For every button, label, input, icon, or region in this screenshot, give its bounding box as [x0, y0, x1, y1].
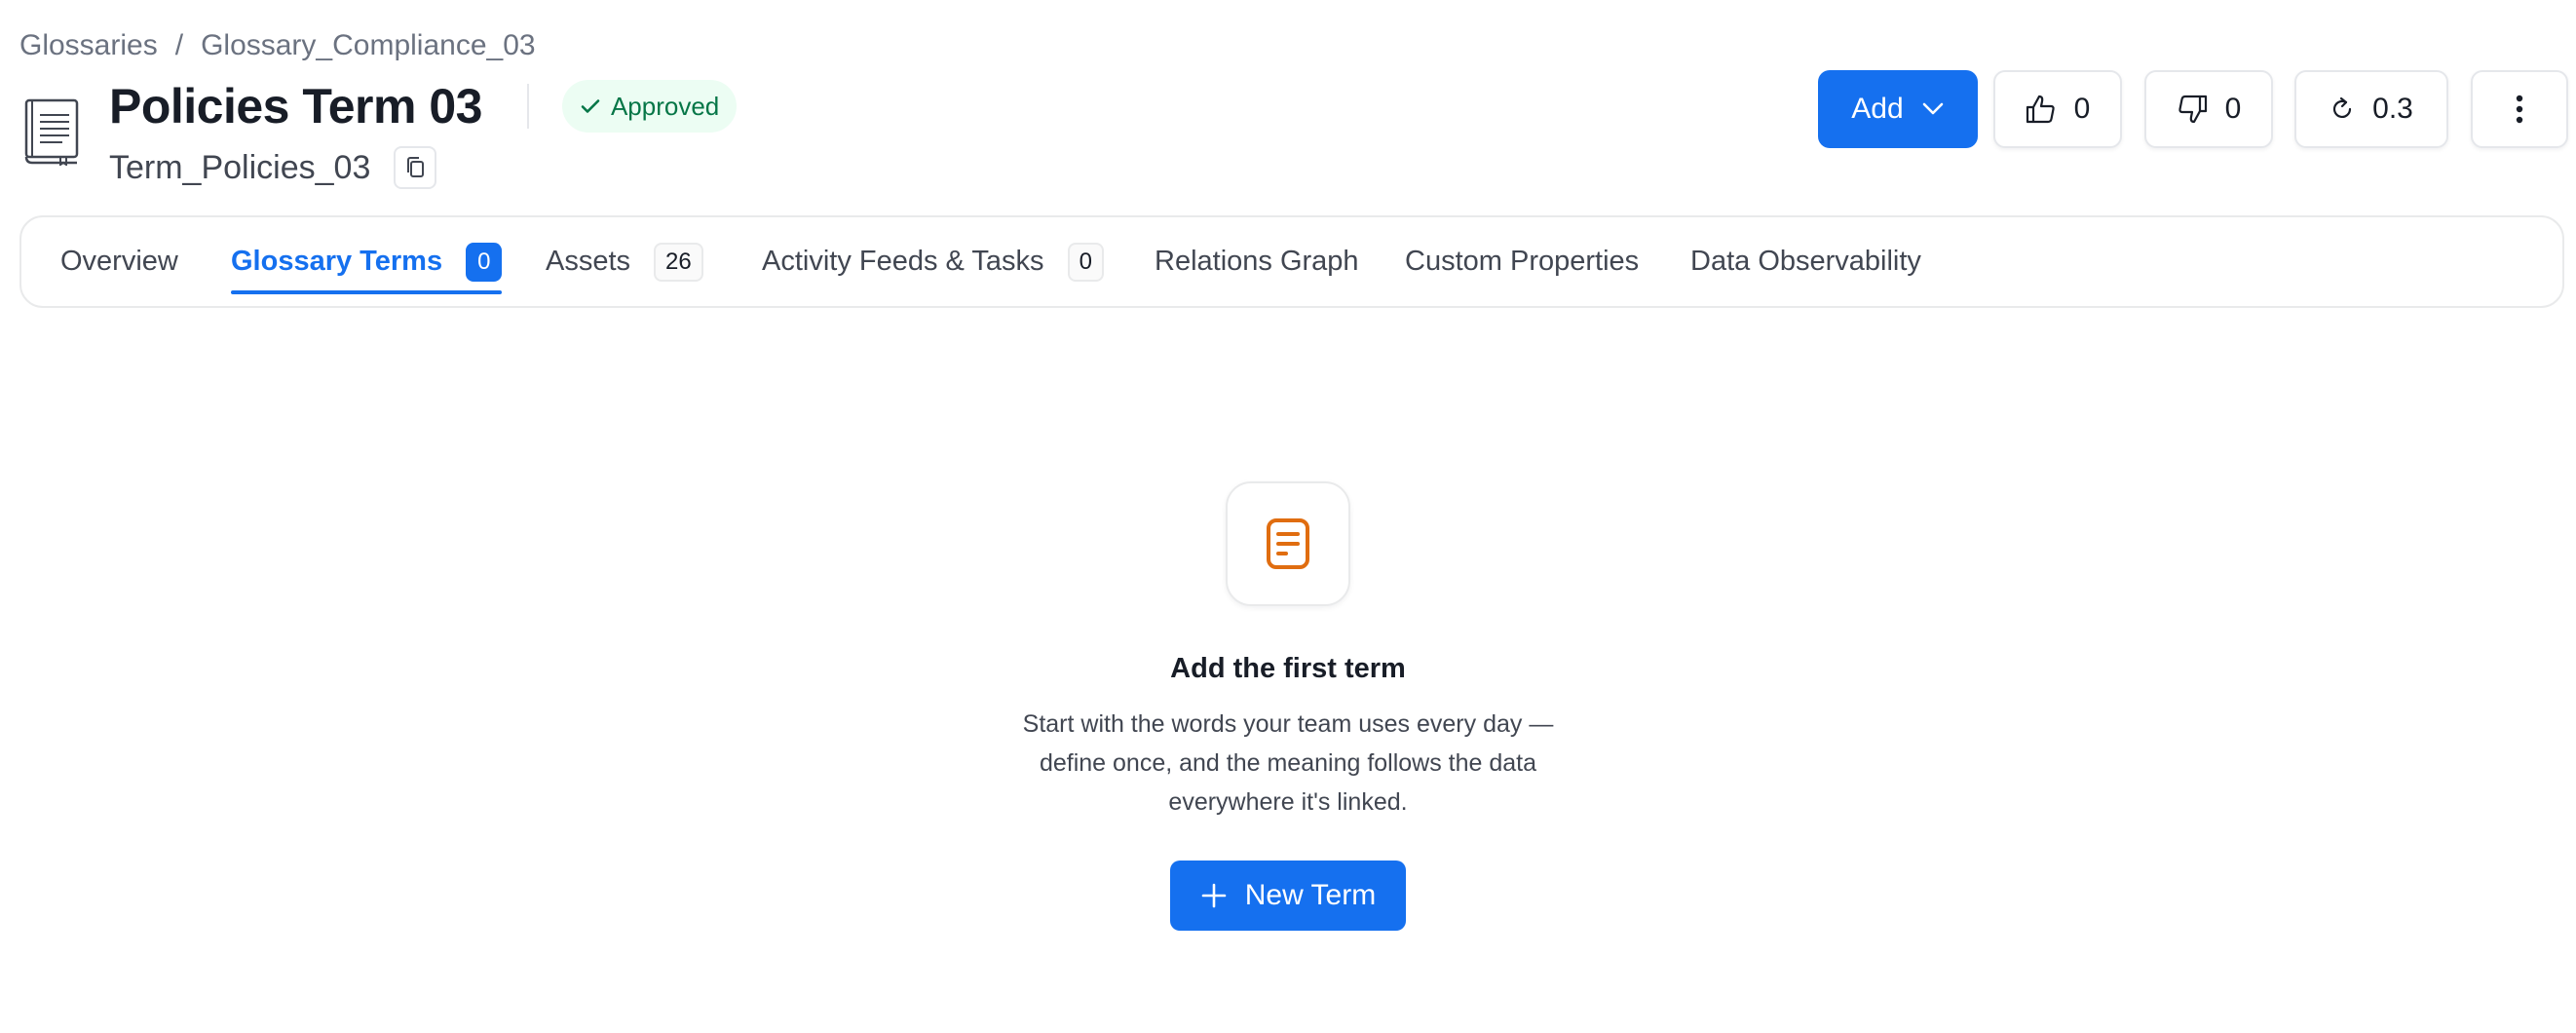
tab-label: Glossary Terms: [231, 246, 443, 277]
description-line: Start with the words your team uses ever…: [1022, 710, 1554, 738]
breadcrumb-glossary-link[interactable]: Glossary_Compliance_03: [201, 29, 536, 62]
tab-label: Assets: [546, 246, 631, 277]
copy-icon: [407, 157, 425, 177]
tab-relations-graph[interactable]: Relations Graph: [1155, 217, 1359, 306]
title-row: Policies Term 03 Approved: [109, 76, 738, 136]
empty-state-title: Add the first term: [1170, 653, 1406, 684]
refresh-icon: [2333, 96, 2352, 118]
document-icon: [1267, 518, 1309, 569]
thumbs-down-icon: [2178, 95, 2207, 124]
title-divider: [526, 84, 529, 129]
book-icon: [24, 98, 79, 166]
tab-count-badge: 0: [466, 242, 503, 282]
add-button-label: Add: [1851, 93, 1904, 125]
copy-name-button[interactable]: [394, 146, 437, 189]
dislike-button[interactable]: 0: [2144, 70, 2273, 148]
tab-count-badge: 26: [654, 242, 703, 282]
glossary-term-page: Glossaries / Glossary_Compliance_03 Poli…: [0, 0, 2576, 1033]
term-name: Term_Policies_03: [109, 148, 371, 186]
add-button[interactable]: Add: [1818, 70, 1978, 148]
breadcrumb-glossaries-link[interactable]: Glossaries: [19, 29, 158, 62]
new-term-button[interactable]: New Term: [1170, 861, 1406, 931]
breadcrumb: Glossaries / Glossary_Compliance_03: [19, 29, 536, 62]
status-badge: Approved: [561, 80, 738, 133]
like-count: 0: [2073, 93, 2091, 125]
like-button[interactable]: 0: [1993, 70, 2122, 148]
page-title: Policies Term 03: [109, 79, 482, 134]
description-line: everywhere it's linked.: [1168, 788, 1408, 816]
tab-label: Custom Properties: [1405, 246, 1640, 277]
subtitle-row: Term_Policies_03: [109, 146, 737, 189]
tab-label: Relations Graph: [1155, 246, 1359, 277]
new-term-button-label: New Term: [1244, 879, 1377, 911]
tab-bar: Overview Glossary Terms 0 Assets 26 Acti…: [19, 215, 2564, 308]
empty-state-icon-frame: [1226, 481, 1350, 606]
tab-custom-properties[interactable]: Custom Properties: [1405, 217, 1639, 306]
thumbs-up-icon: [2026, 95, 2055, 124]
more-options-button[interactable]: [2471, 70, 2568, 148]
description-line: define once, and the meaning follows the…: [1039, 749, 1537, 777]
dislike-count: 0: [2224, 93, 2242, 125]
version-number: 0.3: [2372, 93, 2413, 125]
version-button[interactable]: 0.3: [2294, 70, 2448, 148]
tab-activity-feeds[interactable]: Activity Feeds & Tasks 0: [762, 217, 1104, 306]
breadcrumb-separator: /: [174, 29, 184, 61]
plus-icon: [1201, 883, 1227, 908]
empty-state: Add the first term Start with the words …: [0, 481, 2576, 931]
more-vertical-icon: [2516, 95, 2523, 124]
tab-overview[interactable]: Overview: [60, 217, 178, 306]
chevron-down-icon: [1922, 102, 1943, 115]
tab-count-badge: 0: [1067, 242, 1104, 282]
title-block: Policies Term 03 Approved Term_Policies_…: [109, 76, 738, 189]
check-icon: [581, 99, 600, 113]
tab-data-observability[interactable]: Data Observability: [1690, 217, 1921, 306]
term-header: Policies Term 03 Approved Term_Policies_…: [23, 76, 738, 189]
status-label: Approved: [610, 91, 720, 121]
tab-assets[interactable]: Assets 26: [546, 217, 703, 306]
tab-label: Overview: [60, 246, 178, 277]
tab-label: Activity Feeds & Tasks: [762, 246, 1044, 277]
tab-glossary-terms[interactable]: Glossary Terms 0: [231, 217, 503, 306]
empty-state-description: Start with the words your team uses ever…: [996, 705, 1580, 822]
tab-label: Data Observability: [1690, 246, 1921, 277]
